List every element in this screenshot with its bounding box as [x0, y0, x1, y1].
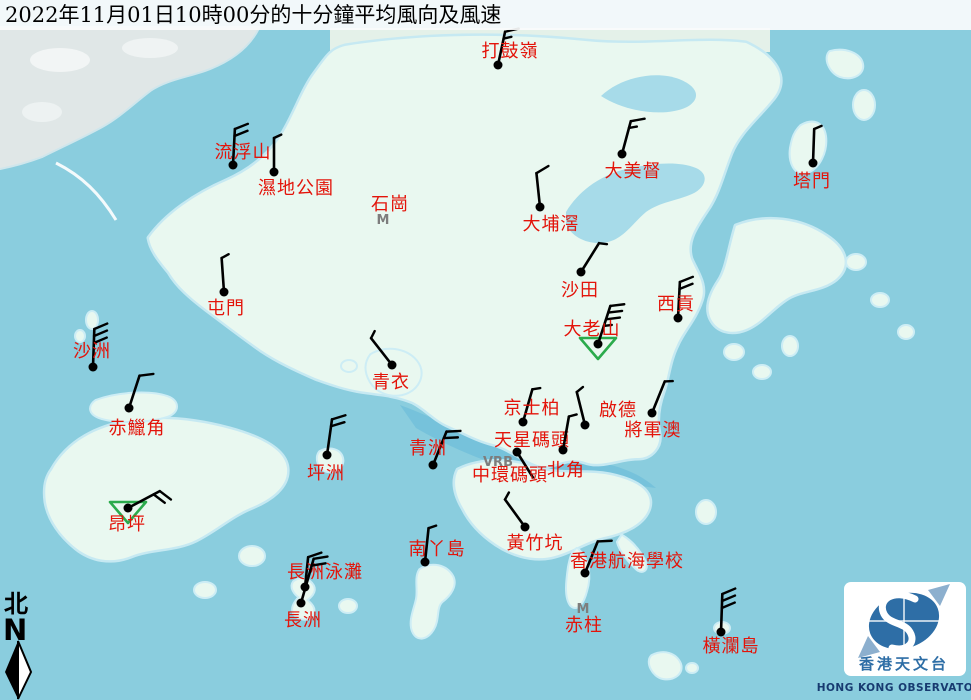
- station-dot: [388, 361, 397, 370]
- station-dot: [521, 523, 530, 532]
- station-dot: [577, 268, 586, 277]
- station-dot: [536, 203, 545, 212]
- island: [899, 326, 913, 338]
- station-label: 長洲泳灘: [287, 562, 363, 583]
- missing-data-tag: M: [377, 213, 390, 228]
- station-label: 石崗: [371, 194, 409, 215]
- urban-patch: [30, 48, 90, 72]
- station-label: 天星碼頭: [494, 430, 570, 451]
- station-label: 香港航海學校: [570, 551, 684, 572]
- island: [828, 51, 863, 78]
- station-label: 青洲: [409, 438, 447, 459]
- station-dot: [270, 168, 279, 177]
- station-label: 塔門: [793, 171, 831, 192]
- station-dot: [89, 363, 98, 372]
- station-label: 青衣: [372, 372, 410, 393]
- station-label: 將軍澳: [625, 420, 682, 441]
- station-label: 濕地公園: [258, 178, 334, 199]
- station-dot: [220, 288, 229, 297]
- ma-wan-island: [342, 361, 356, 371]
- station-label: 黃竹坑: [507, 533, 564, 554]
- station-label: 南丫島: [409, 539, 466, 560]
- station-label: 京士柏: [504, 398, 561, 419]
- island: [725, 345, 743, 359]
- wind-barb-full: [140, 374, 154, 376]
- station-dot: [809, 159, 818, 168]
- station-dot: [559, 446, 568, 455]
- urban-patch: [22, 102, 62, 122]
- island: [650, 653, 681, 678]
- island: [340, 600, 356, 612]
- hko-logo-chinese: 香港天文台: [859, 655, 949, 673]
- wind-barb-full: [598, 541, 612, 542]
- station-label: 北角: [547, 460, 585, 481]
- hko-wind-map: 打鼓嶺流浮山濕地公園 M石崗 大美督 塔門大埔滘屯門 沙田西貢大老山沙洲赤鱲角 青衣京士柏…: [0, 0, 971, 700]
- island: [240, 547, 264, 565]
- island: [754, 366, 770, 378]
- station-dot: [297, 599, 306, 608]
- map-canvas: 打鼓嶺流浮山濕地公園 M石崗 大美督 塔門大埔滘屯門 沙田西貢大老山沙洲赤鱲角 青衣京士柏…: [0, 0, 971, 700]
- station-dot: [581, 421, 590, 430]
- wind-barb-half: [532, 388, 540, 389]
- urban-patch: [122, 38, 178, 58]
- island: [687, 664, 697, 672]
- island: [783, 337, 797, 355]
- wind-barb-full: [608, 311, 622, 313]
- station-dot: [429, 461, 438, 470]
- station-label: 流浮山: [215, 142, 272, 163]
- station-label: 大美督: [605, 161, 662, 182]
- island: [195, 583, 215, 597]
- sha-chau-island: [87, 312, 97, 328]
- station-dot: [594, 340, 603, 349]
- map-title: 2022年11月01日10時00分的十分鐘平均風向及風速: [5, 3, 501, 27]
- station-label: 屯門: [207, 298, 245, 319]
- station-label: 沙田: [561, 280, 599, 301]
- station-dot: [124, 504, 133, 513]
- station-dot: [323, 451, 332, 460]
- compass-n-letter: N: [3, 613, 27, 647]
- hko-logo-english: HONG KONG OBSERVATORY: [817, 682, 971, 694]
- station-label: 沙洲: [73, 341, 111, 362]
- station-label: 昂坪: [108, 514, 146, 535]
- station-label: 赤鱲角: [109, 418, 166, 439]
- station-label: 橫瀾島: [703, 636, 760, 657]
- wind-barb-half: [599, 243, 607, 244]
- station-label: 大埔滘: [523, 214, 580, 235]
- station-label: 打鼓嶺: [482, 41, 539, 62]
- island: [847, 255, 865, 269]
- station-label: 赤柱: [565, 615, 603, 636]
- station-label: 啟德: [599, 400, 637, 421]
- station-label: 長洲: [284, 610, 322, 631]
- station-label: 西貢: [657, 294, 695, 315]
- wind-barb-full: [610, 304, 624, 306]
- title-bar: 2022年11月01日10時00分的十分鐘平均風向及風速: [0, 0, 971, 30]
- station-dot: [648, 409, 657, 418]
- wind-barb-full: [446, 431, 460, 432]
- island: [76, 331, 84, 341]
- station-label: 坪洲: [307, 463, 345, 484]
- wind-barb-staff: [813, 129, 814, 163]
- station-label: 中環碼頭: [472, 465, 548, 486]
- station-dot: [125, 404, 134, 413]
- island: [697, 501, 715, 523]
- island: [872, 294, 888, 306]
- island: [854, 91, 874, 119]
- station-dot: [618, 150, 627, 159]
- wind-barb-half: [629, 127, 637, 128]
- station-label: 大老山: [564, 319, 621, 340]
